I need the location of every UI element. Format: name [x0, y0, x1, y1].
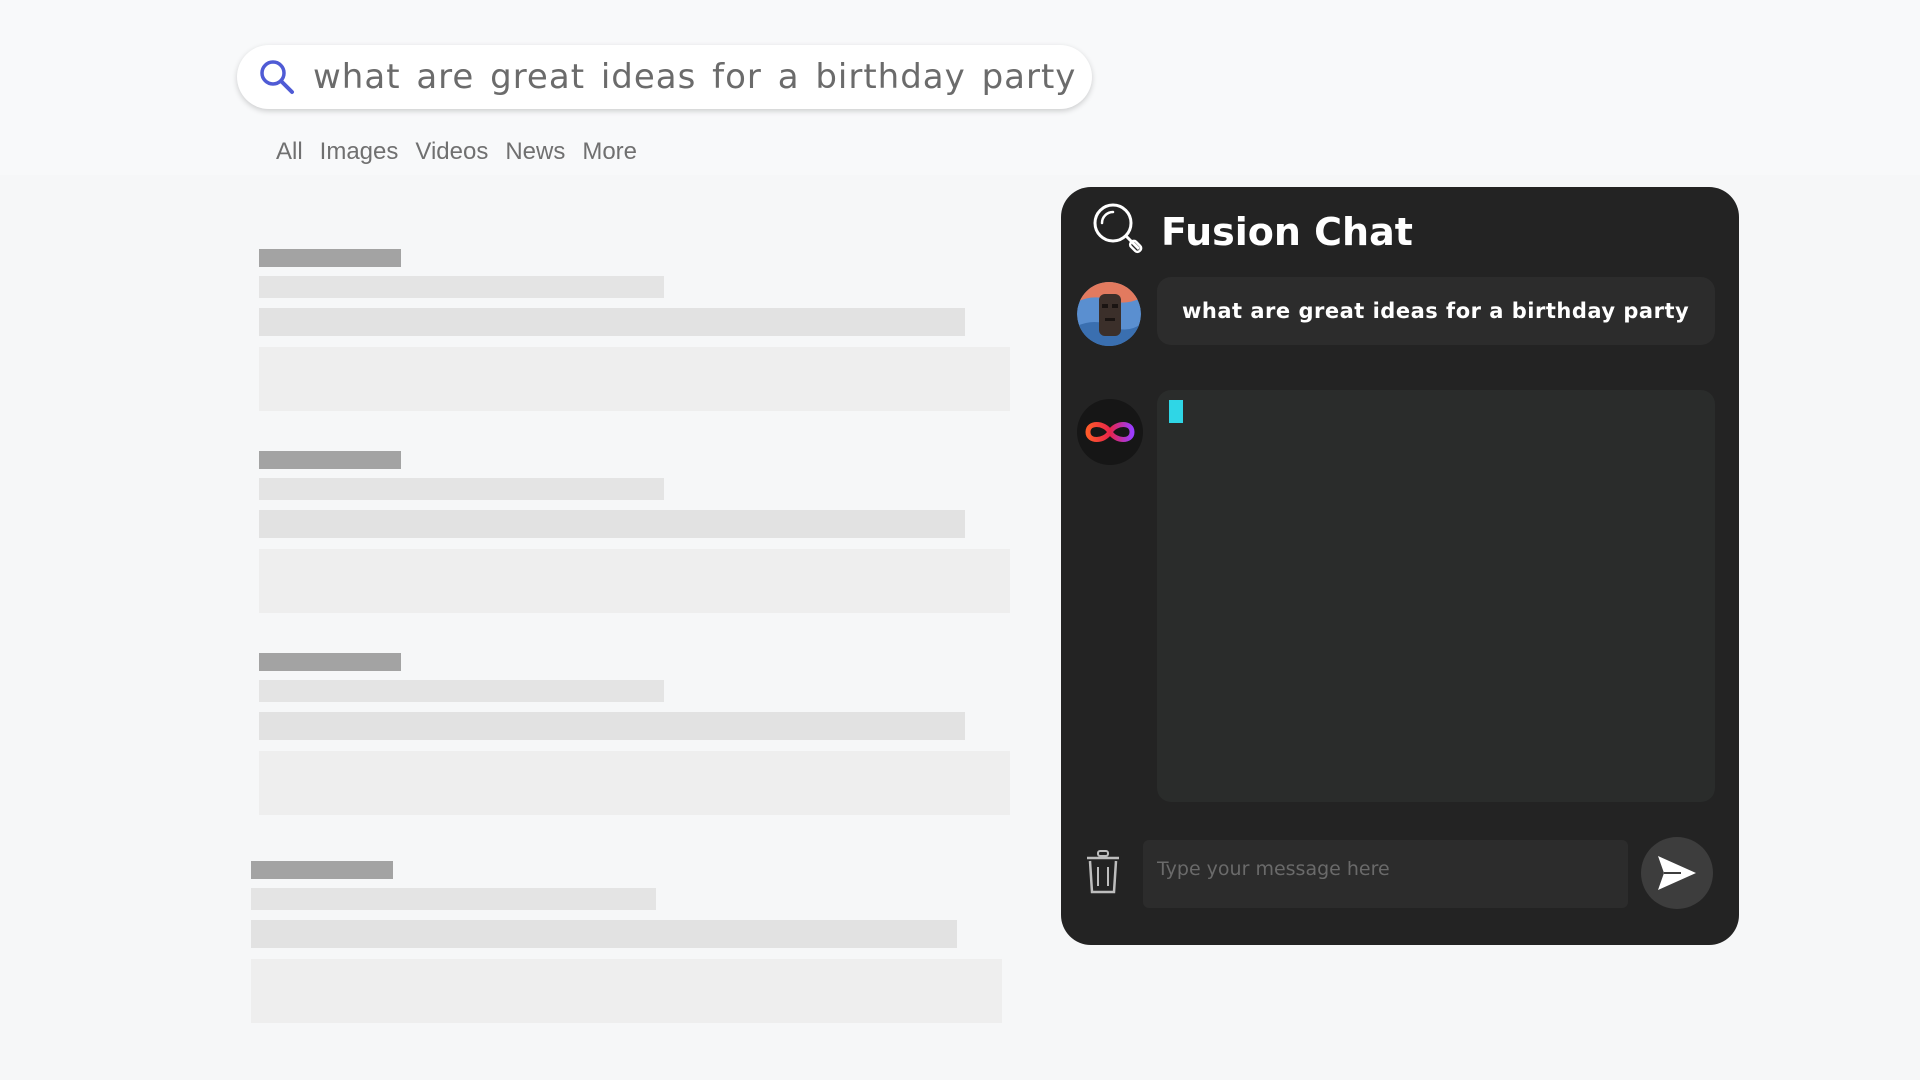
bot-avatar [1077, 399, 1143, 465]
skeleton-snippet [259, 549, 1010, 613]
skeleton-line [259, 510, 965, 538]
skeleton-snippet [259, 751, 1010, 815]
skeleton-url [259, 680, 664, 702]
skeleton-snippet [251, 959, 1002, 1023]
send-icon [1658, 856, 1696, 890]
skeleton-title [259, 653, 401, 671]
skeleton-line [259, 712, 965, 740]
tab-all[interactable]: All [276, 138, 303, 166]
skeleton-title [259, 451, 401, 469]
skeleton-line [251, 920, 957, 948]
skeleton-url [251, 888, 656, 910]
search-bar[interactable]: what are great ideas for a birthday part… [237, 45, 1092, 109]
tab-images[interactable]: Images [320, 138, 399, 166]
skeleton-title [259, 249, 401, 267]
search-tabs: All Images Videos News More [276, 138, 637, 166]
typing-cursor [1169, 400, 1183, 423]
tab-videos[interactable]: Videos [415, 138, 488, 166]
magnifier-icon [1091, 201, 1147, 257]
trash-icon[interactable] [1083, 847, 1123, 897]
search-icon[interactable] [257, 57, 297, 97]
send-button[interactable] [1641, 837, 1713, 909]
message-input[interactable] [1143, 840, 1628, 908]
chat-title: Fusion Chat [1161, 210, 1413, 254]
bot-response-bubble [1157, 390, 1715, 802]
user-message-text: what are great ideas for a birthday part… [1182, 299, 1690, 323]
skeleton-title [251, 861, 393, 879]
skeleton-snippet [259, 347, 1010, 411]
chat-panel: Fusion Chat what are great ideas for a b… [1061, 187, 1739, 945]
user-message-bubble: what are great ideas for a birthday part… [1157, 277, 1715, 345]
search-query-text[interactable]: what are great ideas for a birthday part… [313, 57, 1076, 97]
skeleton-url [259, 478, 664, 500]
infinity-logo-icon [1085, 422, 1135, 442]
tab-more[interactable]: More [582, 138, 637, 166]
skeleton-url [259, 276, 664, 298]
user-avatar [1077, 282, 1141, 346]
skeleton-line [259, 308, 965, 336]
tab-news[interactable]: News [505, 138, 565, 166]
